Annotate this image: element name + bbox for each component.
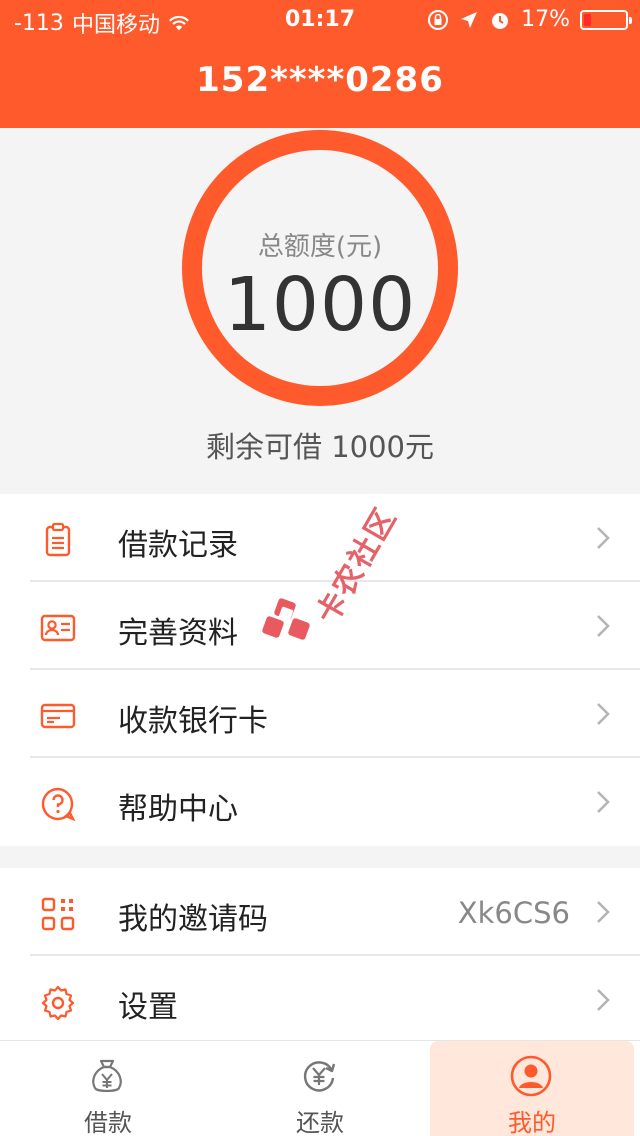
chevron-right-icon [597,527,610,549]
remaining-credit: 剩余可借 1000元 [205,430,435,464]
tab-bar: 借款 还款 我的 [0,1040,640,1136]
menu-item-label: 设置 [118,990,178,1025]
chevron-right-icon [597,989,610,1011]
credit-label: 总额度(元) [257,232,383,262]
location-icon [461,11,478,28]
alarm-icon [492,12,509,29]
clipboard-icon [45,522,71,557]
battery-level [584,13,591,26]
menu-item-loan-records[interactable]: 借款记录 [0,494,640,582]
menu-item-help-center[interactable]: 帮助中心 [0,758,640,846]
menu-item-label: 完善资料 [118,616,238,651]
credit-ring: 总额度(元) 1000 [182,130,458,406]
rotation-lock-icon [428,9,449,30]
menu-item-bank-card[interactable]: 收款银行卡 [0,670,640,758]
menu-group-account: 我的邀请码 Xk6CS6 设置 [0,868,640,1040]
tab-borrow[interactable]: 借款 [6,1041,210,1136]
page-title: 152****0286 [196,60,444,100]
chevron-right-icon [597,703,610,725]
tab-repay[interactable]: 还款 [218,1041,422,1136]
menu-item-label: 借款记录 [118,528,238,563]
chevron-right-icon [597,791,610,813]
bank-card-icon [40,703,76,729]
tab-label: 我的 [508,1109,556,1136]
battery-icon [580,9,632,30]
status-bar: -113 中国移动 01:17 17% [0,0,640,40]
id-card-icon [40,614,76,642]
menu-group-main: 借款记录 完善资料 收款银行卡 帮助中心 [0,494,640,846]
user-icon [510,1055,552,1097]
money-bag-icon [92,1059,122,1093]
menu-item-settings[interactable]: 设置 [0,956,640,1044]
menu-item-label: 收款银行卡 [118,704,268,739]
credit-value: 1000 [223,262,417,348]
repay-icon [303,1061,336,1092]
help-icon [41,787,76,822]
status-right: 17% [427,7,632,32]
battery-percent: 17% [521,7,570,32]
menu-item-invite-code[interactable]: 我的邀请码 Xk6CS6 [0,868,640,956]
menu-item-complete-profile[interactable]: 完善资料 [0,582,640,670]
header: -113 中国移动 01:17 17% 152****0286 [0,0,640,128]
qrcode-icon [41,897,75,931]
credit-summary: 总额度(元) 1000 剩余可借 1000元 [0,128,640,494]
chevron-right-icon [597,615,610,637]
tab-label: 借款 [84,1109,132,1136]
invite-code-value: Xk6CS6 [457,896,570,930]
chevron-right-icon [597,901,610,923]
menu-item-label: 帮助中心 [118,792,238,827]
gear-icon [41,985,75,1020]
menu-item-label: 我的邀请码 [118,902,268,937]
tab-mine[interactable]: 我的 [430,1041,634,1136]
tab-label: 还款 [296,1109,344,1136]
